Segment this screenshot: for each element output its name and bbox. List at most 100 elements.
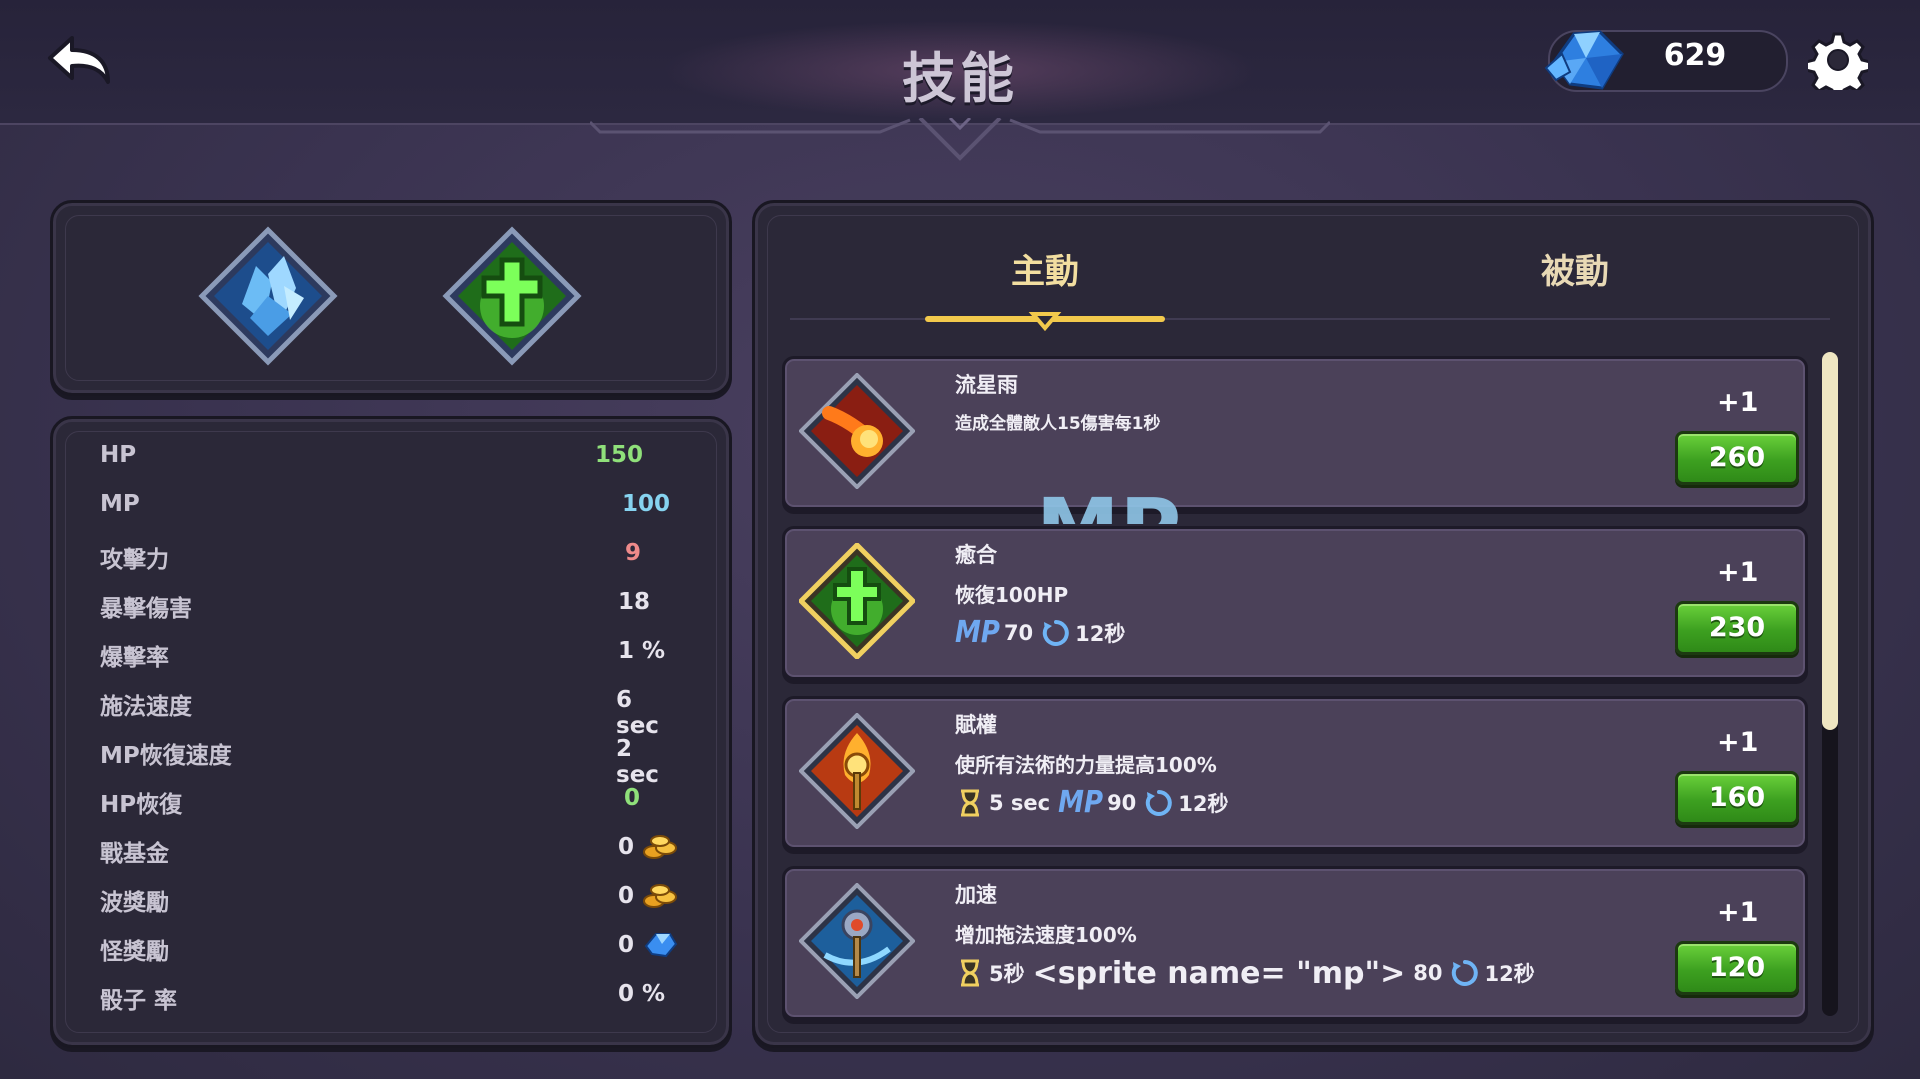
stat-label: 波獎勵	[100, 890, 169, 916]
skill-name: 流星雨	[955, 373, 1018, 397]
gold-coins-icon	[642, 832, 678, 862]
skill-name: 癒合	[955, 543, 997, 567]
blue-gem-icon	[642, 930, 678, 960]
panel-border	[65, 215, 717, 381]
skill-card[interactable]: 癒合恢復100HP MP 70 12秒 +1 230	[782, 526, 1808, 680]
upgrade-cost: 230	[1708, 612, 1766, 643]
stat-row: 爆擊率 1 %	[100, 634, 680, 674]
stat-row: 暴擊傷害 18	[100, 585, 680, 625]
upgrade-cost: 120	[1708, 952, 1766, 983]
tab-active-skills[interactable]: 主動	[895, 244, 1195, 293]
skill-description: 增加拖法速度100%	[955, 923, 1137, 947]
hourglass-icon	[955, 958, 985, 988]
stat-row: HP 150	[100, 438, 680, 478]
meta-value: 12秒	[1075, 622, 1126, 646]
stat-label: HP恢復	[100, 792, 183, 818]
meta-value: 80	[1413, 961, 1443, 985]
level-increment: +1	[1717, 727, 1759, 758]
meta-value: 12秒	[1484, 962, 1535, 986]
meta-value: <sprite name= "mp">	[1032, 955, 1406, 991]
stat-label: 戰基金	[100, 841, 169, 867]
stat-row: 骰子 率 0 %	[100, 977, 680, 1017]
stat-value: 18	[618, 589, 651, 615]
stat-label: 施法速度	[100, 694, 192, 720]
level-increment: +1	[1717, 897, 1759, 928]
stat-label: HP	[100, 442, 137, 468]
equipped-slot-1[interactable]	[198, 226, 338, 366]
stat-value: 0 %	[618, 981, 666, 1007]
skill-card[interactable]: 流星雨造成全體敵人15傷害每1秒 +1 260	[782, 356, 1808, 510]
level-increment: +1	[1717, 387, 1759, 418]
level-increment: +1	[1717, 557, 1759, 588]
stat-row: MP 100	[100, 487, 680, 527]
stat-label: 暴擊傷害	[100, 596, 192, 622]
equipped-slot-2[interactable]	[442, 226, 582, 366]
skill-card[interactable]: 加速增加拖法速度100% 5秒 <sprite name= "mp"> 80 12秒 +1…	[782, 866, 1808, 1020]
stat-row: 波獎勵 0	[100, 879, 680, 919]
cooldown-icon	[1041, 618, 1071, 648]
cooldown-icon	[1450, 958, 1480, 988]
skill-meta: 5 sec MP 90 12秒	[955, 785, 1237, 821]
skill-card[interactable]: 賦權使所有法術的力量提高100% 5 sec MP 90 12秒 +1 160	[782, 696, 1808, 850]
tab-passive-skills[interactable]: 被動	[1425, 244, 1725, 293]
upgrade-cost: 260	[1708, 442, 1766, 473]
stat-value: 0	[618, 834, 635, 860]
hourglass-icon	[955, 788, 985, 818]
stat-value: 9	[625, 540, 642, 566]
skill-description: 使所有法術的力量提高100%	[955, 753, 1217, 777]
gear-icon	[1804, 32, 1872, 100]
stat-value: 0	[618, 883, 635, 909]
stat-value: 150	[595, 442, 644, 468]
meta-value: 5秒	[989, 962, 1025, 986]
stat-label: MP恢復速度	[100, 743, 232, 769]
skill-description: 恢復100HP	[955, 583, 1069, 607]
stat-row: 怪獎勵 0	[100, 928, 680, 968]
skill-meta: 5秒 <sprite name= "mp"> 80 12秒	[955, 955, 1543, 991]
skill-name: 加速	[955, 883, 997, 907]
stat-label: 攻擊力	[100, 547, 169, 573]
meteor-icon	[798, 372, 916, 490]
back-button[interactable]	[46, 32, 116, 88]
heal-cross-skill-icon	[442, 226, 582, 366]
haste-staff-icon	[798, 882, 916, 1000]
gold-coins-icon	[642, 881, 678, 911]
meta-value: 12秒	[1178, 792, 1229, 816]
cooldown-icon	[1144, 788, 1174, 818]
equipped-skills-panel	[50, 200, 732, 396]
page-title: 技能	[902, 47, 1018, 110]
blue-gem-icon	[1544, 30, 1624, 90]
stat-row: MP恢復速度 2 sec	[100, 732, 680, 788]
stat-label: 骰子 率	[100, 988, 178, 1014]
header-ornament	[590, 118, 1330, 161]
stat-value: 0	[618, 932, 635, 958]
stat-label: MP	[100, 491, 140, 517]
mp-overlay-text: MP	[1036, 476, 1186, 524]
settings-button[interactable]	[1804, 30, 1872, 100]
active-tab-indicator	[925, 312, 1165, 332]
stat-value: 0	[624, 785, 641, 811]
mp-label: MP	[955, 615, 1000, 651]
skill-meta: MP 70 12秒	[955, 615, 1133, 651]
upgrade-button[interactable]: 230	[1675, 601, 1799, 655]
stat-label: 爆擊率	[100, 645, 169, 671]
scrollbar-thumb[interactable]	[1822, 352, 1838, 730]
stat-row: 戰基金 0	[100, 830, 680, 870]
skill-name: 賦權	[955, 713, 997, 737]
meta-value: 5 sec	[989, 791, 1051, 815]
skill-description: 造成全體敵人15傷害每1秒	[955, 414, 1161, 434]
upgrade-button[interactable]: 260	[1675, 431, 1799, 485]
meta-value: 90	[1107, 791, 1137, 815]
upgrade-cost: 160	[1708, 782, 1766, 813]
upgrade-button[interactable]: 160	[1675, 771, 1799, 825]
upgrade-button[interactable]: 120	[1675, 941, 1799, 995]
empower-staff-icon	[798, 712, 916, 830]
stat-value: 100	[622, 491, 671, 517]
stat-row: 施法速度 6 sec	[100, 683, 680, 739]
stat-value: 1 %	[618, 638, 666, 664]
ice-crystal-skill-icon	[198, 226, 338, 366]
heal-cross-icon	[797, 541, 917, 661]
mp-label: MP	[1058, 785, 1104, 821]
stat-row: HP恢復 0	[100, 781, 680, 821]
meta-value: 70	[1003, 621, 1034, 645]
gem-count: 629	[1663, 38, 1727, 73]
